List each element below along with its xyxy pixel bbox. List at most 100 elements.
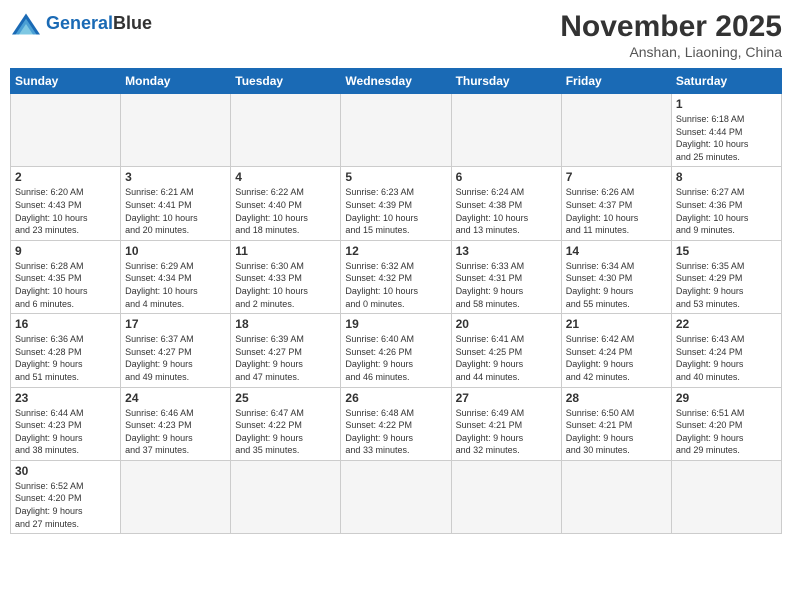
day-number: 4 bbox=[235, 170, 336, 184]
calendar-page: GeneralBlue November 2025 Anshan, Liaoni… bbox=[0, 0, 792, 612]
weekday-header-row: SundayMondayTuesdayWednesdayThursdayFrid… bbox=[11, 69, 782, 94]
calendar-cell-2-5: 14 Sunrise: 6:34 AM Sunset: 4:30 PM Dayli… bbox=[561, 240, 671, 313]
day-number: 3 bbox=[125, 170, 226, 184]
day-number: 18 bbox=[235, 317, 336, 331]
calendar-cell-5-4 bbox=[451, 460, 561, 533]
day-info: Sunrise: 6:21 AM Sunset: 4:41 PM Dayligh… bbox=[125, 186, 226, 236]
calendar-cell-5-6 bbox=[671, 460, 781, 533]
calendar-cell-1-5: 7Sunrise: 6:26 AM Sunset: 4:37 PM Daylig… bbox=[561, 167, 671, 240]
day-number: 8 bbox=[676, 170, 777, 184]
calendar-cell-2-4: 13 Sunrise: 6:33 AM Sunset: 4:31 PM Dayli… bbox=[451, 240, 561, 313]
calendar-cell-0-5 bbox=[561, 94, 671, 167]
day-info: Sunrise: 6:27 AM Sunset: 4:36 PM Dayligh… bbox=[676, 186, 777, 236]
day-info: Sunrise: 6:47 AM Sunset: 4:22 PM Dayligh… bbox=[235, 407, 336, 457]
day-number: 14 bbox=[566, 244, 667, 258]
day-number: 20 bbox=[456, 317, 557, 331]
calendar-cell-3-2: 18 Sunrise: 6:39 AM Sunset: 4:27 PM Dayli… bbox=[231, 314, 341, 387]
logo-blue-text: Blue bbox=[113, 13, 152, 33]
day-number: 10 bbox=[125, 244, 226, 258]
calendar-cell-0-3 bbox=[341, 94, 451, 167]
calendar-cell-1-0: 2 Sunrise: 6:20 AM Sunset: 4:43 PM Daylig… bbox=[11, 167, 121, 240]
day-info: Sunrise: 6:20 AM Sunset: 4:43 PM Dayligh… bbox=[15, 186, 116, 236]
day-info: Sunrise: 6:22 AM Sunset: 4:40 PM Dayligh… bbox=[235, 186, 336, 236]
day-number: 11 bbox=[235, 244, 336, 258]
day-number: 21 bbox=[566, 317, 667, 331]
day-number: 6 bbox=[456, 170, 557, 184]
calendar-cell-1-1: 3 Sunrise: 6:21 AM Sunset: 4:41 PM Daylig… bbox=[121, 167, 231, 240]
month-year: November 2025 bbox=[560, 10, 782, 44]
calendar-cell-4-4: 27 Sunrise: 6:49 AM Sunset: 4:21 PM Dayli… bbox=[451, 387, 561, 460]
calendar-cell-3-1: 17Sunrise: 6:37 AM Sunset: 4:27 PM Dayli… bbox=[121, 314, 231, 387]
calendar-cell-0-4 bbox=[451, 94, 561, 167]
calendar-cell-0-2 bbox=[231, 94, 341, 167]
title-block: November 2025 Anshan, Liaoning, China bbox=[560, 10, 782, 60]
day-info: Sunrise: 6:37 AM Sunset: 4:27 PM Dayligh… bbox=[125, 333, 226, 383]
day-info: Sunrise: 6:46 AM Sunset: 4:23 PM Dayligh… bbox=[125, 407, 226, 457]
day-number: 2 bbox=[15, 170, 116, 184]
calendar-cell-5-3 bbox=[341, 460, 451, 533]
calendar-cell-3-5: 21 Sunrise: 6:42 AM Sunset: 4:24 PM Dayli… bbox=[561, 314, 671, 387]
calendar-week-3: 16 Sunrise: 6:36 AM Sunset: 4:28 PM Dayli… bbox=[11, 314, 782, 387]
day-info: Sunrise: 6:34 AM Sunset: 4:30 PM Dayligh… bbox=[566, 260, 667, 310]
header: GeneralBlue November 2025 Anshan, Liaoni… bbox=[10, 10, 782, 60]
calendar-table: SundayMondayTuesdayWednesdayThursdayFrid… bbox=[10, 68, 782, 534]
day-info: Sunrise: 6:48 AM Sunset: 4:22 PM Dayligh… bbox=[345, 407, 446, 457]
day-number: 26 bbox=[345, 391, 446, 405]
day-number: 23 bbox=[15, 391, 116, 405]
day-info: Sunrise: 6:51 AM Sunset: 4:20 PM Dayligh… bbox=[676, 407, 777, 457]
day-info: Sunrise: 6:52 AM Sunset: 4:20 PM Dayligh… bbox=[15, 480, 116, 530]
calendar-cell-5-2 bbox=[231, 460, 341, 533]
logo-general: General bbox=[46, 13, 113, 33]
day-info: Sunrise: 6:50 AM Sunset: 4:21 PM Dayligh… bbox=[566, 407, 667, 457]
calendar-cell-3-0: 16 Sunrise: 6:36 AM Sunset: 4:28 PM Dayli… bbox=[11, 314, 121, 387]
weekday-tuesday: Tuesday bbox=[231, 69, 341, 94]
calendar-cell-1-4: 6Sunrise: 6:24 AM Sunset: 4:38 PM Daylig… bbox=[451, 167, 561, 240]
day-info: Sunrise: 6:32 AM Sunset: 4:32 PM Dayligh… bbox=[345, 260, 446, 310]
calendar-week-0: 1 Sunrise: 6:18 AM Sunset: 4:44 PM Daylig… bbox=[11, 94, 782, 167]
day-number: 27 bbox=[456, 391, 557, 405]
day-info: Sunrise: 6:18 AM Sunset: 4:44 PM Dayligh… bbox=[676, 113, 777, 163]
day-info: Sunrise: 6:35 AM Sunset: 4:29 PM Dayligh… bbox=[676, 260, 777, 310]
calendar-cell-4-3: 26 Sunrise: 6:48 AM Sunset: 4:22 PM Dayli… bbox=[341, 387, 451, 460]
calendar-cell-2-1: 10Sunrise: 6:29 AM Sunset: 4:34 PM Dayli… bbox=[121, 240, 231, 313]
calendar-week-4: 23 Sunrise: 6:44 AM Sunset: 4:23 PM Dayli… bbox=[11, 387, 782, 460]
weekday-monday: Monday bbox=[121, 69, 231, 94]
day-number: 16 bbox=[15, 317, 116, 331]
day-number: 30 bbox=[15, 464, 116, 478]
calendar-cell-4-0: 23 Sunrise: 6:44 AM Sunset: 4:23 PM Dayli… bbox=[11, 387, 121, 460]
day-info: Sunrise: 6:33 AM Sunset: 4:31 PM Dayligh… bbox=[456, 260, 557, 310]
calendar-week-1: 2 Sunrise: 6:20 AM Sunset: 4:43 PM Daylig… bbox=[11, 167, 782, 240]
weekday-sunday: Sunday bbox=[11, 69, 121, 94]
day-info: Sunrise: 6:40 AM Sunset: 4:26 PM Dayligh… bbox=[345, 333, 446, 383]
day-info: Sunrise: 6:42 AM Sunset: 4:24 PM Dayligh… bbox=[566, 333, 667, 383]
calendar-cell-2-0: 9 Sunrise: 6:28 AM Sunset: 4:35 PM Daylig… bbox=[11, 240, 121, 313]
calendar-cell-5-1 bbox=[121, 460, 231, 533]
day-info: Sunrise: 6:36 AM Sunset: 4:28 PM Dayligh… bbox=[15, 333, 116, 383]
day-info: Sunrise: 6:43 AM Sunset: 4:24 PM Dayligh… bbox=[676, 333, 777, 383]
calendar-cell-1-6: 8 Sunrise: 6:27 AM Sunset: 4:36 PM Daylig… bbox=[671, 167, 781, 240]
day-number: 13 bbox=[456, 244, 557, 258]
day-number: 12 bbox=[345, 244, 446, 258]
day-number: 1 bbox=[676, 97, 777, 111]
calendar-cell-3-4: 20 Sunrise: 6:41 AM Sunset: 4:25 PM Dayli… bbox=[451, 314, 561, 387]
day-number: 19 bbox=[345, 317, 446, 331]
day-info: Sunrise: 6:39 AM Sunset: 4:27 PM Dayligh… bbox=[235, 333, 336, 383]
weekday-friday: Friday bbox=[561, 69, 671, 94]
calendar-cell-3-6: 22Sunrise: 6:43 AM Sunset: 4:24 PM Dayli… bbox=[671, 314, 781, 387]
calendar-cell-4-1: 24Sunrise: 6:46 AM Sunset: 4:23 PM Dayli… bbox=[121, 387, 231, 460]
location: Anshan, Liaoning, China bbox=[560, 44, 782, 60]
day-info: Sunrise: 6:41 AM Sunset: 4:25 PM Dayligh… bbox=[456, 333, 557, 383]
calendar-cell-0-0 bbox=[11, 94, 121, 167]
calendar-cell-2-2: 11Sunrise: 6:30 AM Sunset: 4:33 PM Dayli… bbox=[231, 240, 341, 313]
calendar-week-5: 30 Sunrise: 6:52 AM Sunset: 4:20 PM Dayli… bbox=[11, 460, 782, 533]
day-number: 9 bbox=[15, 244, 116, 258]
day-info: Sunrise: 6:28 AM Sunset: 4:35 PM Dayligh… bbox=[15, 260, 116, 310]
calendar-cell-2-3: 12 Sunrise: 6:32 AM Sunset: 4:32 PM Dayli… bbox=[341, 240, 451, 313]
day-info: Sunrise: 6:49 AM Sunset: 4:21 PM Dayligh… bbox=[456, 407, 557, 457]
calendar-cell-5-5 bbox=[561, 460, 671, 533]
day-info: Sunrise: 6:44 AM Sunset: 4:23 PM Dayligh… bbox=[15, 407, 116, 457]
calendar-cell-2-6: 15Sunrise: 6:35 AM Sunset: 4:29 PM Dayli… bbox=[671, 240, 781, 313]
logo: GeneralBlue bbox=[10, 10, 152, 38]
calendar-cell-3-3: 19 Sunrise: 6:40 AM Sunset: 4:26 PM Dayli… bbox=[341, 314, 451, 387]
logo-icon bbox=[10, 10, 42, 38]
